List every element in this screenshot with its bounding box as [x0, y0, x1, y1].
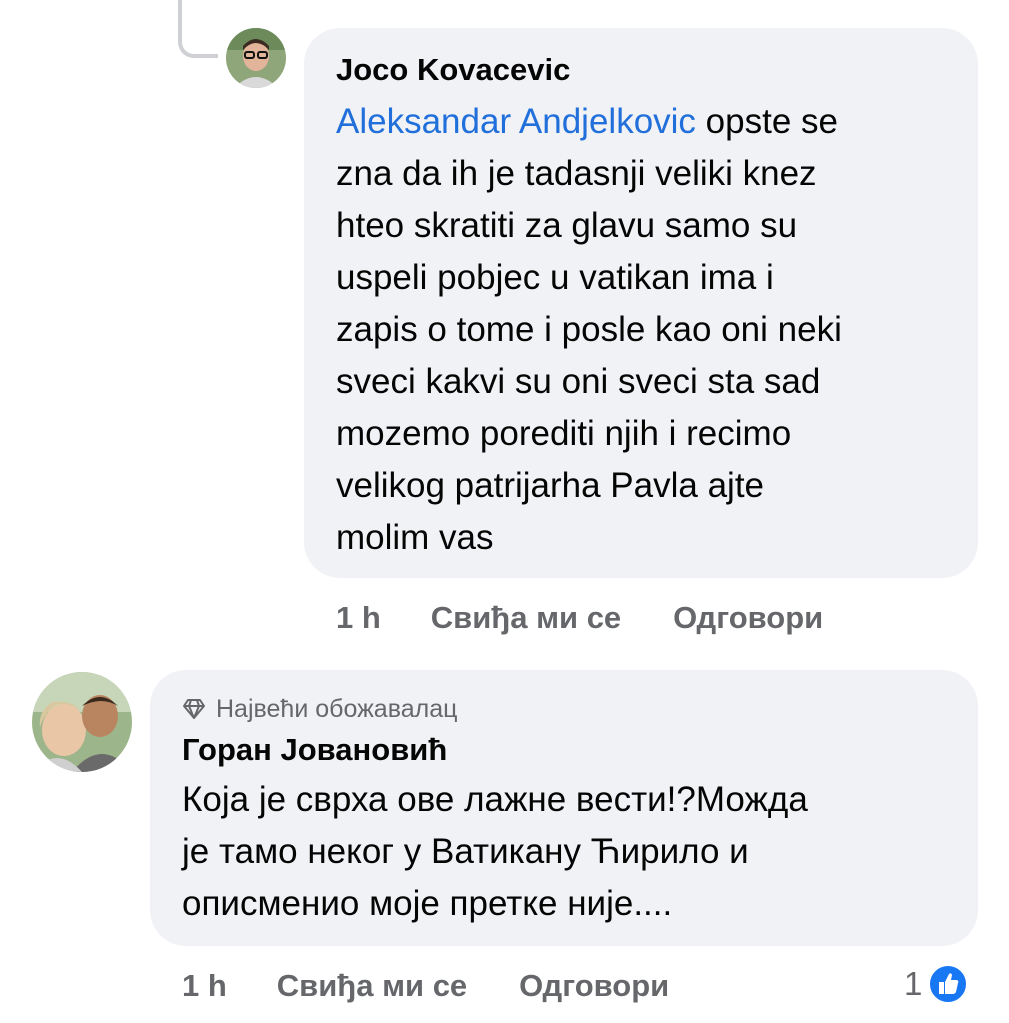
comment-text: Aleksandar Andjelkovic opste se zna da i…	[336, 102, 842, 557]
comment-bubble: Највећи обожавалац Горан Јовановић Која …	[150, 670, 978, 946]
badge-label: Највећи обожавалац	[216, 694, 458, 723]
comment-actions: 1 h Свиђа ми се Одговори	[182, 966, 669, 1006]
reply-button[interactable]: Одговори	[673, 600, 823, 636]
like-icon	[928, 964, 969, 1004]
reply-thread-connector	[178, 0, 218, 58]
reply-button[interactable]: Одговори	[519, 968, 669, 1004]
comment-actions: 1 h Свиђа ми се Одговори	[336, 598, 823, 638]
avatar[interactable]	[32, 672, 132, 772]
diamond-icon	[183, 699, 205, 719]
profile-photo-icon	[226, 28, 286, 88]
comment-timestamp[interactable]: 1 h	[182, 968, 227, 1004]
comment-bubble: Joco Kovacevic Aleksandar Andjelkovic op…	[304, 28, 978, 578]
profile-photo-icon	[32, 672, 132, 772]
top-fan-badge: Највећи обожавалац	[182, 692, 948, 726]
comment-author[interactable]: Joco Kovacevic	[336, 50, 948, 90]
mention-link[interactable]: Aleksandar Andjelkovic	[336, 102, 696, 141]
avatar[interactable]	[226, 28, 286, 88]
like-button[interactable]: Свиђа ми се	[431, 600, 621, 636]
comment-author[interactable]: Горан Јовановић	[182, 730, 948, 770]
comment-timestamp[interactable]: 1 h	[336, 600, 381, 636]
reaction-summary[interactable]: 1	[904, 962, 969, 1006]
comment-text: Која је сврха ове лажне вести!?Можда је …	[182, 780, 808, 923]
like-button[interactable]: Свиђа ми се	[277, 968, 467, 1004]
reaction-count: 1	[904, 965, 923, 1002]
